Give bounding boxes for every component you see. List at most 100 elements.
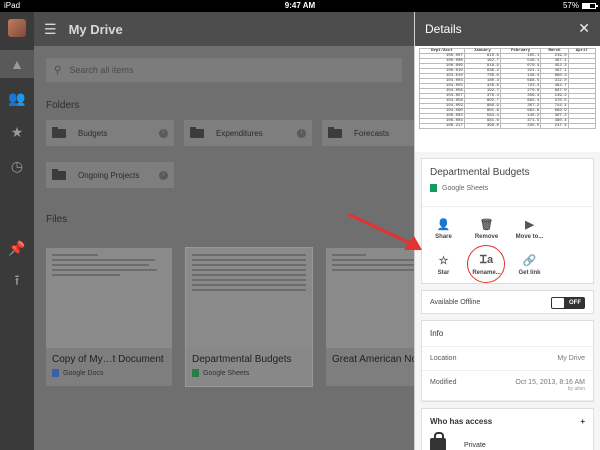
access-heading: Who has access — [430, 417, 493, 426]
modified-row: Modified Oct 15, 2013, 8:16 AM by allen — [422, 371, 593, 401]
move-to-button[interactable]: ▶ Move to... — [508, 211, 551, 247]
people-icon: 👥 — [8, 89, 26, 106]
folder-item[interactable]: Ongoing Projects i — [46, 162, 174, 188]
folder-icon — [52, 168, 66, 180]
menu-icon[interactable]: ☰ — [44, 21, 57, 38]
trash-icon: 🗑 — [479, 219, 494, 231]
files-heading: Files — [46, 214, 68, 225]
rename-button[interactable]: Ꮖa Rename... — [465, 245, 508, 283]
account-avatar-button[interactable] — [0, 14, 34, 42]
search-placeholder: Search all items — [69, 65, 134, 75]
annotation-arrow — [347, 212, 422, 250]
status-bar: iPad 9:47 AM 57% — [0, 0, 600, 12]
folder-label: Ongoing Projects — [78, 170, 140, 180]
folder-label: Budgets — [78, 128, 108, 138]
modified-value: Oct 15, 2013, 8:16 AM — [515, 379, 585, 386]
docs-icon — [52, 369, 59, 377]
star-label: Star — [437, 270, 450, 276]
arrow-shaft — [347, 212, 413, 246]
folder-label: Forecasts — [354, 128, 390, 138]
search-icon: ⚲ — [54, 64, 62, 76]
upload-nav-button[interactable]: ⭱ — [0, 268, 34, 296]
app-bar: ☰ My Drive — [34, 12, 414, 46]
preview-cell: 106-217 — [419, 123, 465, 129]
shared-nav-button[interactable]: 👥 — [0, 84, 34, 112]
move-to-label: Move to... — [515, 234, 544, 240]
available-offline-label: Available Offline — [430, 298, 481, 306]
file-name: Departmental Budgets — [192, 354, 292, 365]
folder-icon — [190, 126, 204, 138]
status-right: 57% — [562, 0, 598, 12]
upload-icon: ⭱ — [14, 272, 20, 288]
file-name: Great American No — [332, 354, 414, 365]
recent-nav-button[interactable]: ◷ — [0, 152, 34, 180]
modified-label: Modified — [430, 379, 457, 386]
info-card: Info Location My Drive Modified Oct 15, … — [421, 320, 594, 402]
sheets-icon — [192, 369, 199, 377]
toggle-knob — [552, 298, 564, 308]
search-input[interactable]: ⚲ Search all items — [46, 58, 402, 82]
access-header: Who has access + — [422, 409, 593, 434]
details-title: Details — [425, 22, 462, 36]
location-label: Location — [430, 355, 457, 362]
modified-value-group: Oct 15, 2013, 8:16 AM by allen — [515, 379, 585, 392]
folder-item[interactable]: Expenditures i — [184, 120, 312, 146]
clock: 9:47 AM — [284, 1, 316, 10]
info-icon[interactable]: i — [297, 128, 306, 138]
document-type-label: Google Sheets — [442, 184, 489, 192]
file-name: Copy of My…t Document — [52, 354, 164, 365]
sheet-preview: Dept/Acct January February March April 100-0… — [415, 46, 600, 152]
file-type: Google Docs — [46, 365, 172, 377]
battery-icon — [582, 3, 598, 9]
left-rail: ▲ 👥 ★ ◷ 📌 ⭱ — [0, 12, 34, 450]
sheets-icon — [430, 184, 437, 192]
info-heading: Info — [422, 321, 593, 347]
file-thumbnail — [186, 248, 312, 348]
details-header: Details ✕ — [415, 12, 600, 46]
file-type-label: Google Sheets — [203, 369, 250, 377]
access-card: Who has access + Private — [421, 408, 594, 450]
file-card[interactable]: Copy of My…t Document Google Docs — [46, 248, 172, 386]
file-type: Google Sheets — [186, 365, 312, 377]
folder-item[interactable]: Budgets i — [46, 120, 174, 146]
access-private: Private — [464, 441, 486, 449]
folder-item[interactable]: Forecasts i — [322, 120, 414, 146]
page-title: My Drive — [68, 21, 123, 37]
preview-row: 106-217 398.0 335.5 247.4 — [419, 123, 597, 129]
lock-icon — [430, 432, 446, 450]
preview-cell: 335.5 — [499, 123, 542, 129]
starred-nav-button[interactable]: ★ — [0, 118, 34, 146]
info-icon[interactable]: i — [159, 170, 168, 180]
file-card[interactable]: Departmental Budgets Google Sheets — [185, 247, 313, 387]
document-type: Google Sheets — [430, 184, 585, 192]
modified-by: by allen — [567, 386, 585, 392]
drive-icon: ▲ — [10, 56, 24, 72]
get-link-label: Get link — [518, 270, 541, 276]
preview-cell: 247.4 — [540, 123, 569, 129]
get-link-button[interactable]: 🔗 Get link — [508, 247, 551, 283]
battery-percent: 57% — [562, 1, 579, 10]
document-name: Departmental Budgets — [430, 167, 530, 178]
folder-move-icon: ▶ — [525, 219, 534, 231]
access-row: Private — [422, 432, 593, 450]
location-row: Location My Drive — [422, 347, 593, 371]
file-type-label: Google Docs — [63, 369, 104, 377]
available-offline-row: Available Offline OFF — [421, 290, 594, 314]
preview-table: Dept/Acct January February March April 100-0… — [419, 48, 597, 129]
close-icon[interactable]: ✕ — [578, 20, 590, 37]
offline-toggle[interactable]: OFF — [551, 297, 585, 309]
preview-cell: 398.0 — [463, 123, 501, 129]
remove-button[interactable]: 🗑 Remove — [465, 211, 508, 247]
remove-label: Remove — [474, 234, 499, 240]
preview-cell-empty — [567, 123, 597, 129]
add-access-button[interactable]: + — [580, 417, 585, 426]
folder-label: Expenditures — [216, 128, 263, 138]
clock-icon: ◷ — [10, 157, 24, 174]
avatar — [8, 19, 26, 37]
info-icon[interactable]: i — [159, 128, 168, 138]
link-icon: 🔗 — [522, 255, 537, 267]
toggle-state: OFF — [569, 300, 581, 306]
pinned-nav-button[interactable]: 📌 — [0, 234, 34, 262]
folders-heading: Folders — [46, 100, 80, 111]
drive-nav-button[interactable]: ▲ — [0, 50, 34, 78]
